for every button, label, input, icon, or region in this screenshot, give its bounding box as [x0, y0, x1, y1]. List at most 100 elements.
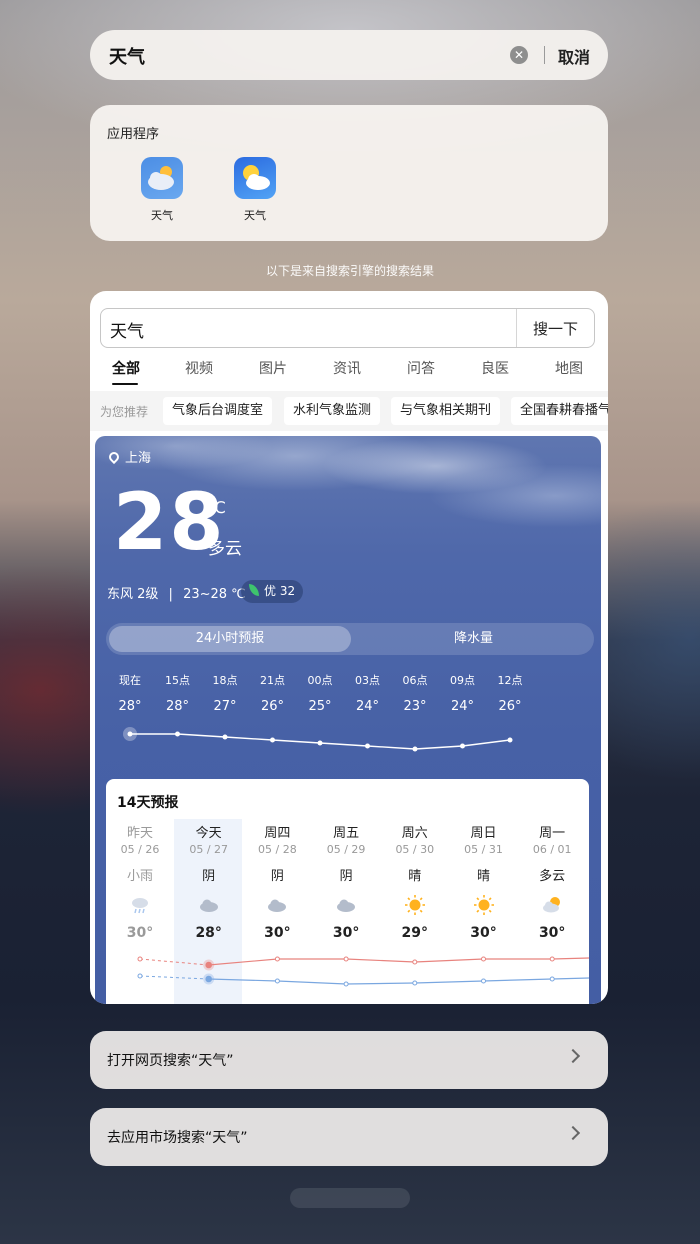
- hourly-point: [270, 737, 275, 743]
- hourly-temp: 24°: [450, 699, 475, 714]
- day-high: 30°: [126, 925, 154, 941]
- hourly-point: [222, 734, 228, 740]
- hourly-temp: 26°: [498, 699, 522, 714]
- day-high: 29°: [401, 925, 429, 941]
- tab-all[interactable]: 全部: [112, 358, 140, 378]
- hourly-point: [127, 731, 133, 737]
- overcast-icon: [243, 894, 311, 916]
- hourly-time: 现在: [119, 674, 141, 687]
- location[interactable]: 上海: [106, 447, 152, 466]
- action-label: 去应用市场搜索“天气”: [107, 1130, 248, 1146]
- aqi-badge[interactable]: 优 32: [241, 580, 304, 603]
- low-temp-line-point: [481, 978, 486, 984]
- apps-section: 应用程序 天气 天气: [90, 105, 608, 241]
- hourly-temp: 24°: [355, 699, 380, 714]
- day-date: 05 / 27: [189, 843, 229, 856]
- app-weather-2[interactable]: 天气: [225, 157, 285, 227]
- wind: 东风 2级: [107, 587, 159, 602]
- hourly-point: [175, 731, 180, 737]
- forecast-panel: 14天预报 昨天 05 / 26 小雨 30° 今天 05 / 27 阴 28° 周四 05 / …: [106, 779, 589, 1004]
- open-web-search-button[interactable]: 打开网页搜索“天气”: [90, 1031, 608, 1089]
- day-cond: 晴: [476, 869, 490, 884]
- forecast-title: 14天预报: [117, 795, 179, 811]
- tab-map[interactable]: 地图: [555, 358, 583, 378]
- low-temp-line: [208, 977, 589, 985]
- temperature-unit: ℃: [208, 498, 226, 517]
- recommend-chip[interactable]: 全国春耕春播气: [511, 397, 608, 425]
- action-label: 打开网页搜索“天气”: [107, 1053, 234, 1069]
- tab-news[interactable]: 资讯: [333, 358, 361, 378]
- temperature-range: 23~28 ℃: [183, 587, 246, 602]
- toggle-24h[interactable]: 24小时预报: [109, 626, 351, 652]
- hourly-time: 00点: [307, 674, 333, 687]
- tab-images[interactable]: 图片: [259, 358, 287, 378]
- daily-temperature-curve: [137, 956, 589, 987]
- search-engine-card: 天气 搜一下 全部 视频 图片 资讯 问答 良医 地图 为您推荐 气象后台调度室…: [90, 291, 608, 1004]
- hourly-time: 06点: [402, 674, 428, 687]
- hourly-temp: 28°: [118, 699, 142, 714]
- app-label: 天气: [151, 209, 173, 222]
- overcast-icon: [175, 894, 243, 916]
- clear-icon[interactable]: ✕: [510, 46, 528, 64]
- partly-cloudy-icon: [518, 894, 586, 916]
- day-name: 周四: [264, 826, 291, 841]
- recommend-chip[interactable]: 水利气象监测: [284, 397, 381, 425]
- toggle-precip[interactable]: 降水量: [356, 626, 591, 652]
- location-name: 上海: [125, 451, 152, 466]
- hourly-temp: 23°: [403, 699, 427, 714]
- day-high: 30°: [264, 925, 291, 941]
- chevron-right-icon: [565, 1048, 581, 1064]
- active-tab-indicator: [112, 383, 138, 385]
- location-pin-icon: [106, 449, 122, 465]
- high-temp-line-point: [481, 956, 486, 962]
- hourly-point: [365, 743, 370, 749]
- engine-results-note: 以下是来自搜索引擎的搜索结果: [265, 264, 434, 278]
- hourly-temp: 25°: [308, 699, 332, 714]
- sun-icon: [381, 894, 449, 916]
- chevron-right-icon: [565, 1125, 581, 1141]
- engine-search-input[interactable]: 天气: [110, 317, 144, 342]
- day-cond: 阴: [270, 869, 284, 884]
- tab-doctor[interactable]: 良医: [481, 358, 509, 378]
- day-name: 周日: [470, 826, 497, 841]
- leaf-icon: [249, 584, 259, 596]
- weather-widget[interactable]: 上海 28 ℃ 多云 东风 2级 | 23~28 ℃ 优 32 24小时预报 降…: [95, 436, 601, 1004]
- app-weather-1[interactable]: 天气: [132, 157, 192, 227]
- hourly-point: [507, 737, 513, 743]
- top-search-input[interactable]: 天气: [109, 43, 145, 69]
- engine-search-button[interactable]: 搜一下: [533, 318, 578, 339]
- app-label: 天气: [244, 209, 266, 222]
- day-cond: 阴: [202, 869, 216, 884]
- hourly-temp: 27°: [213, 699, 237, 714]
- day-date: 05 / 28: [258, 843, 297, 856]
- high-temp-line-point: [343, 956, 349, 962]
- recommend-chip[interactable]: 与气象相关期刊: [391, 397, 501, 425]
- hourly-time: 18点: [212, 674, 238, 687]
- high-temp-line-past: [139, 958, 209, 966]
- wind-and-range: 东风 2级 | 23~28 ℃: [107, 583, 246, 602]
- high-temp-line-point: [549, 956, 555, 962]
- hourly-time: 09点: [450, 674, 475, 687]
- day-name: 今天: [195, 826, 222, 841]
- hourly-point: [412, 746, 418, 752]
- day-name: 周一: [539, 826, 566, 841]
- low-temp-line-point: [274, 978, 280, 984]
- recommend-chip[interactable]: 气象后台调度室: [163, 397, 273, 425]
- day-name: 周五: [333, 826, 360, 841]
- hourly-point: [460, 743, 465, 749]
- high-temp-line-point: [205, 961, 212, 969]
- day-name: 昨天: [126, 826, 153, 841]
- day-cond: 小雨: [126, 869, 153, 884]
- app-market-search-button[interactable]: 去应用市场搜索“天气”: [90, 1108, 608, 1166]
- low-temp-line-point: [412, 980, 418, 986]
- tab-qa[interactable]: 问答: [407, 358, 435, 378]
- engine-search-box[interactable]: 天气 搜一下: [100, 308, 595, 348]
- day-cond: 晴: [408, 869, 422, 884]
- low-temp-line-past: [139, 975, 209, 980]
- background-dock: [290, 1188, 410, 1208]
- tab-video[interactable]: 视频: [185, 358, 213, 378]
- cancel-button[interactable]: 取消: [558, 44, 590, 68]
- top-search-bar[interactable]: 天气 ✕ 取消: [90, 30, 608, 80]
- hourly-temp: 26°: [260, 699, 285, 714]
- high-temp-line-point: [412, 959, 418, 965]
